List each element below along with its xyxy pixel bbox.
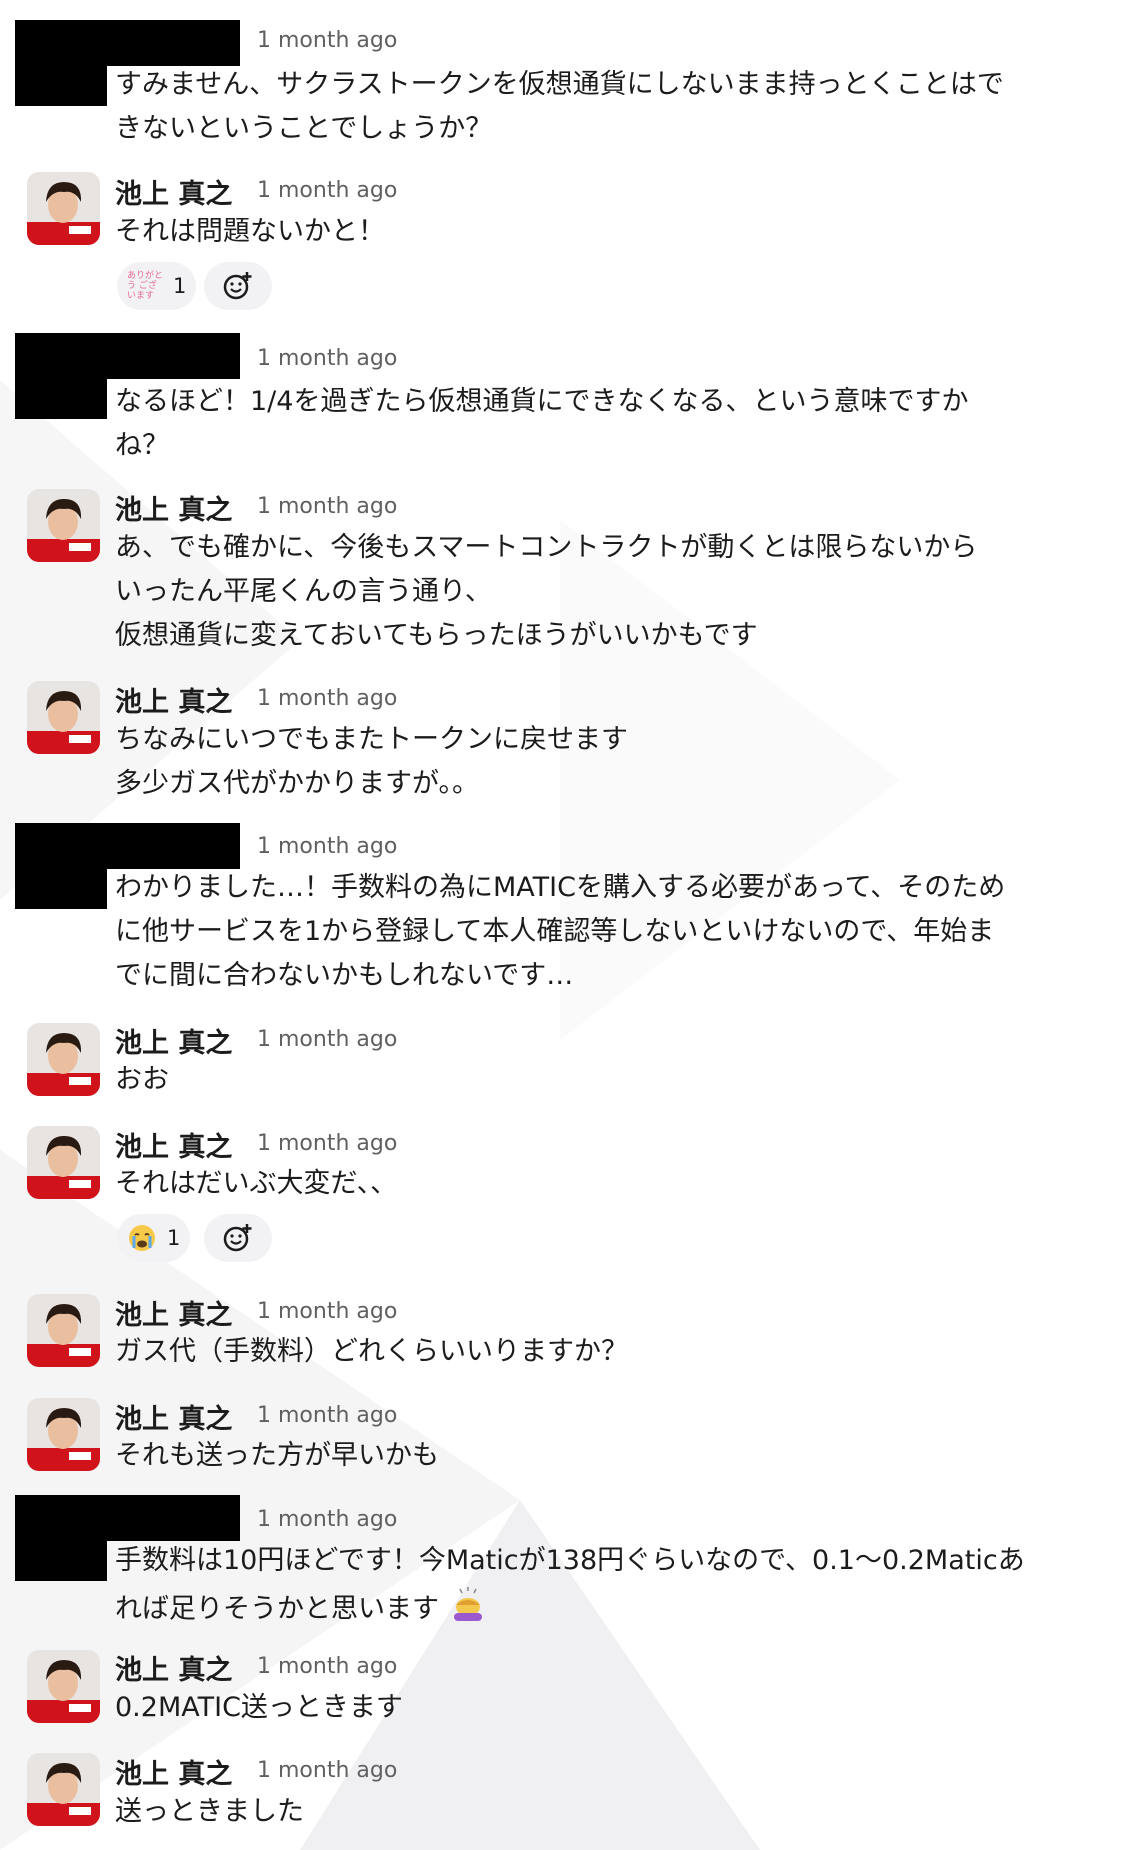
message-line: でに間に合わないかもしれないです…: [115, 960, 574, 991]
message-line: 仮想通貨に変えておいてもらったほうがいいかもです: [115, 620, 758, 651]
message-text: 手数料は10円ほどです！今Maticが138円ぐらいなので、0.1〜0.2Mat…: [115, 1539, 1115, 1637]
author-name[interactable]: 池上 真之: [115, 1397, 232, 1436]
author-name[interactable]: 池上 真之: [115, 680, 232, 719]
message-timestamp[interactable]: 1 month ago: [257, 1758, 397, 1783]
message-text: 0.2MATIC送っときます: [115, 1686, 1115, 1730]
message-line: ガス代（手数料）どれくらいいりますか？: [115, 1336, 628, 1367]
loudly-crying-face-icon: [129, 1225, 155, 1251]
message-timestamp[interactable]: 1 month ago: [257, 1654, 397, 1679]
add-reaction-button[interactable]: [204, 1214, 272, 1262]
avatar[interactable]: [27, 1650, 100, 1723]
message-timestamp[interactable]: 1 month ago: [257, 1507, 397, 1532]
message-line: 多少ガス代がかかりますが。。: [115, 768, 479, 799]
message-line: れば足りそうかと思います: [115, 1583, 1115, 1637]
message-text: なるほど！1/4を過ぎたら仮想通貨にできなくなる、という意味ですか ね？: [115, 380, 1115, 468]
message-line: ね？: [115, 430, 169, 461]
avatar[interactable]: [27, 1126, 100, 1199]
author-name[interactable]: 池上 真之: [115, 488, 232, 527]
message-line: わかりました…！手数料の為にMATICを購入する必要があって、そのため: [115, 872, 1006, 903]
avatar[interactable]: [27, 1753, 100, 1826]
message-line: あ、でも確かに、今後もスマートコントラクトが動くとは限らないから: [115, 532, 978, 563]
message-timestamp[interactable]: 1 month ago: [257, 686, 397, 711]
message-timestamp[interactable]: 1 month ago: [257, 1027, 397, 1052]
message-line: それも送った方が早いかも: [115, 1440, 439, 1471]
message-timestamp[interactable]: 1 month ago: [257, 834, 397, 859]
message-text: おお: [115, 1058, 1115, 1102]
message-line: きないということでしょうか？: [115, 113, 493, 144]
message-line: それはだいぶ大変だ、、: [115, 1168, 398, 1199]
avatar[interactable]: [27, 1023, 100, 1096]
message-text: ガス代（手数料）どれくらいいりますか？: [115, 1330, 1115, 1374]
message-line: 送っときました: [115, 1796, 304, 1827]
message-line: いったん平尾くんの言う通り、: [115, 576, 492, 607]
message-timestamp[interactable]: 1 month ago: [257, 1131, 397, 1156]
message-timestamp[interactable]: 1 month ago: [257, 28, 397, 53]
message-text: それも送った方が早いかも: [115, 1434, 1115, 1478]
message-text: わかりました…！手数料の為にMATICを購入する必要があって、そのため に他サー…: [115, 866, 1115, 998]
message-text: あ、でも確かに、今後もスマートコントラクトが動くとは限らないから いったん平尾く…: [115, 526, 1115, 658]
message-line: 手数料は10円ほどです！今Maticが138円ぐらいなので、0.1〜0.2Mat…: [115, 1545, 1025, 1576]
message-line: に他サービスを1から登録して本人確認等しないといけないので、年始ま: [115, 916, 995, 947]
avatar[interactable]: [27, 489, 100, 562]
add-emoji-icon: [223, 272, 252, 300]
reaction-count: 1: [173, 274, 187, 298]
message-line: なるほど！1/4を過ぎたら仮想通貨にできなくなる、という意味ですか: [115, 386, 969, 417]
message-line-text: れば足りそうかと思います: [115, 1593, 439, 1625]
message-text: それは問題ないかと！: [115, 210, 1115, 254]
author-name[interactable]: 池上 真之: [115, 1125, 232, 1164]
author-name[interactable]: 池上 真之: [115, 1293, 232, 1332]
message-line: それは問題ないかと！: [115, 216, 385, 247]
avatar[interactable]: [27, 172, 100, 245]
avatar[interactable]: [27, 1294, 100, 1367]
avatar[interactable]: [27, 1398, 100, 1471]
avatar[interactable]: [27, 681, 100, 754]
reaction-pill[interactable]: 1: [117, 1214, 191, 1262]
emoji-text: ありがとう ございます: [127, 271, 164, 301]
author-name[interactable]: 池上 真之: [115, 1752, 232, 1791]
message-timestamp[interactable]: 1 month ago: [257, 1403, 397, 1428]
arigatou-gozaimasu-emoji-icon: ありがとう ございます: [127, 271, 163, 301]
message-text: それはだいぶ大変だ、、: [115, 1162, 1115, 1206]
author-name[interactable]: 池上 真之: [115, 1648, 232, 1687]
message-text: すみません、サクラストークンを仮想通貨にしないまま持っとくことはで きないという…: [115, 63, 1115, 151]
message-line: 0.2MATIC送っときます: [115, 1692, 403, 1723]
reaction-pill[interactable]: ありがとう ございます 1: [117, 262, 197, 310]
add-reaction-button[interactable]: [204, 262, 272, 310]
message-timestamp[interactable]: 1 month ago: [257, 494, 397, 519]
add-emoji-icon: [223, 1224, 252, 1252]
message-timestamp[interactable]: 1 month ago: [257, 1299, 397, 1324]
message-line: ちなみにいつでもまたトークンに戻せます: [115, 724, 628, 755]
message-line: おお: [115, 1064, 169, 1095]
author-name[interactable]: 池上 真之: [115, 172, 232, 211]
message-timestamp[interactable]: 1 month ago: [257, 178, 397, 203]
bowing-person-icon: [448, 1583, 488, 1637]
author-name[interactable]: 池上 真之: [115, 1021, 232, 1060]
message-line: すみません、サクラストークンを仮想通貨にしないまま持っとくことはで: [115, 69, 1004, 100]
message-text: 送っときました: [115, 1790, 1115, 1834]
message-text: ちなみにいつでもまたトークンに戻せます 多少ガス代がかかりますが。。: [115, 718, 1115, 806]
reaction-count: 1: [167, 1226, 181, 1250]
message-timestamp[interactable]: 1 month ago: [257, 346, 397, 371]
